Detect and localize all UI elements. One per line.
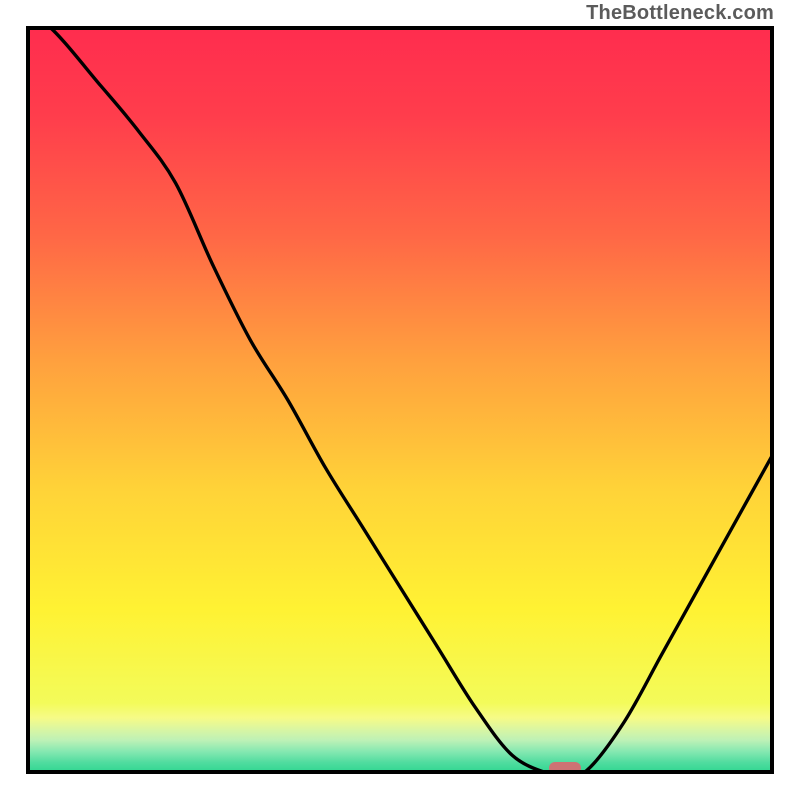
plot-area [26,26,774,774]
optimal-marker [549,762,581,774]
chart-frame: TheBottleneck.com [0,0,800,800]
bottleneck-curve [26,26,774,774]
watermark-text: TheBottleneck.com [586,2,774,25]
